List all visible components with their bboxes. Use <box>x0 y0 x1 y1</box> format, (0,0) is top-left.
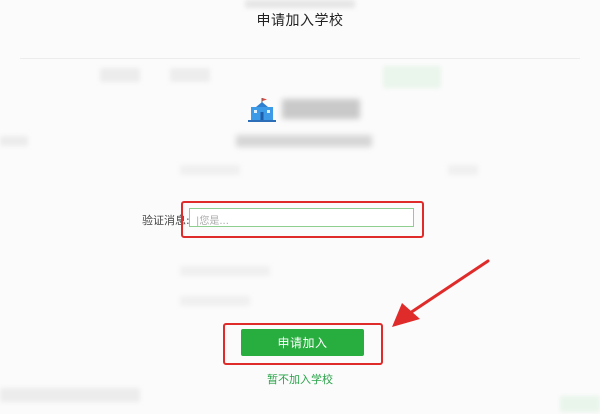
school-address-blurred <box>236 135 372 147</box>
school-building-icon <box>248 98 276 122</box>
join-school-dialog: 申请加入学校 验证消息: 申请加入 暂不加入学校 <box>0 0 600 414</box>
verify-message-label: 验证消息: <box>142 214 190 227</box>
verify-message-field[interactable] <box>189 208 414 230</box>
divider <box>20 58 580 59</box>
school-name-blurred <box>282 99 360 119</box>
verify-message-input[interactable] <box>190 213 413 230</box>
apply-join-button[interactable]: 申请加入 <box>241 329 364 356</box>
skip-join-link[interactable]: 暂不加入学校 <box>0 371 600 387</box>
dialog-title: 申请加入学校 <box>256 13 344 29</box>
